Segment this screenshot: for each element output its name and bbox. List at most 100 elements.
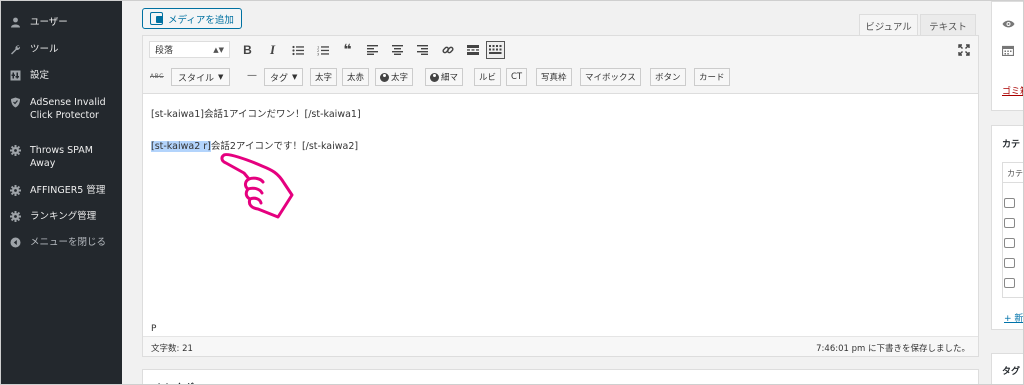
avatar-icon (380, 72, 389, 82)
style-dropdown-label: スタイル (178, 73, 215, 84)
sidebar-item-label: ツール (30, 44, 59, 55)
quicktag-button-button[interactable]: ボタン (650, 68, 686, 86)
sidebar-item-label: AFFINGER5 管理 (30, 185, 106, 196)
content-line-2: [st-kaiwa2 r]会話2アイコンです！[/st-kaiwa2] (151, 138, 978, 152)
sidebar-item-users[interactable]: ユーザー (1, 16, 122, 29)
title-tag-box[interactable]: titleタグ (142, 369, 979, 384)
word-count: 文字数: 21 (151, 344, 193, 354)
quicktag-avatar-bold-button[interactable]: 太字 (375, 68, 414, 86)
horizontal-rule-button[interactable]: — (247, 70, 257, 81)
quicktag-card-button[interactable]: カード (694, 68, 730, 86)
chevron-down-icon: ▼ (218, 73, 224, 81)
tab-all-categories[interactable]: カテ (1007, 168, 1023, 179)
sidebar-item-label: ユーザー (30, 17, 68, 28)
align-left-button[interactable] (363, 41, 382, 59)
selected-text: [st-kaiwa2 r] (151, 141, 211, 152)
format-select[interactable]: 段落 ▲▼ (149, 41, 230, 58)
sidebar-item-label: 設定 (30, 70, 50, 81)
category-checkbox[interactable] (1004, 218, 1015, 228)
sidebar-item-throws-spam[interactable]: Throws SPAM Away (1, 144, 122, 170)
style-dropdown[interactable]: スタイル ▼ (171, 68, 231, 86)
post-editor-area: メディアを追加 ビジュアル テキスト 段落 ▲▼ B I 123 ❝ ABC ス… (122, 1, 998, 384)
autosave-status: 7:46:01 pm に下書きを保存しました。 (816, 344, 970, 354)
svg-text:3: 3 (317, 52, 319, 56)
align-center-button[interactable] (388, 41, 407, 59)
collapse-menu-button[interactable]: メニューを閉じる (1, 236, 122, 249)
category-checkbox[interactable] (1004, 278, 1015, 288)
settings-icon (9, 69, 22, 82)
trash-link[interactable]: ゴミ箱 (1002, 84, 1023, 97)
tab-visual[interactable]: ビジュアル (859, 14, 918, 36)
add-new-category-link[interactable]: + 新規 (1004, 311, 1023, 324)
editor-status-bar: 文字数: 21 7:46:01 pm に下書きを保存しました。 (143, 336, 978, 356)
bold-button[interactable]: B (238, 41, 257, 59)
quicktag-ct-button[interactable]: CT (506, 68, 528, 86)
align-center-icon (392, 45, 403, 55)
link-icon (441, 46, 454, 54)
quote-icon: ❝ (343, 42, 352, 58)
add-media-label: メディアを追加 (168, 14, 234, 26)
eye-icon (1002, 20, 1015, 28)
tab-text[interactable]: テキスト (920, 14, 976, 36)
tinymce-editor: 段落 ▲▼ B I 123 ❝ ABC スタイル ▼ — タグ ▼ 太字 太赤 … (142, 35, 979, 357)
fullscreen-button[interactable] (954, 41, 973, 59)
chevron-down-icon: ▲▼ (213, 46, 224, 54)
quicktag-bold-red-button[interactable]: 太赤 (342, 68, 370, 86)
tag-dropdown-label: タグ (270, 73, 289, 84)
category-box-title: カテ (1002, 140, 1021, 150)
avatar-icon (430, 72, 439, 82)
quicktag-photo-frame-button[interactable]: 写真枠 (536, 68, 572, 86)
bullet-list-button[interactable] (288, 41, 307, 59)
pointing-hand-icon (220, 153, 294, 219)
sidebar-item-ranking[interactable]: ランキング管理 (1, 210, 122, 223)
wrench-icon (9, 43, 22, 56)
sidebar-item-tools[interactable]: ツール (1, 43, 122, 56)
publish-box: ゴミ箱 (991, 1, 1023, 111)
insert-link-button[interactable] (438, 41, 457, 59)
sidebar-item-adsense[interactable]: AdSense Invalid Click Protector (1, 96, 119, 122)
read-more-button[interactable] (463, 41, 482, 59)
sidebar-item-settings[interactable]: 設定 (1, 69, 122, 82)
gear-icon (9, 144, 22, 157)
numbered-list-button[interactable]: 123 (313, 41, 332, 59)
gear-icon (9, 184, 22, 197)
tags-box: タグ (991, 353, 1023, 384)
italic-button[interactable]: I (263, 41, 282, 59)
sidebar-item-affinger[interactable]: AFFINGER5 管理 (1, 184, 122, 197)
keyboard-icon (489, 45, 502, 54)
category-checkbox[interactable] (1004, 258, 1015, 268)
category-checkbox[interactable] (1004, 198, 1015, 208)
element-path: P (143, 320, 978, 336)
tag-dropdown[interactable]: タグ ▼ (264, 68, 304, 86)
publish-sidebar: ゴミ箱 カテ カテ + 新規 タグ (991, 1, 1023, 384)
quicktag-label: 細マ (441, 73, 459, 83)
numbered-list-icon: 123 (317, 45, 329, 56)
toolbar-toggle-button[interactable] (486, 41, 505, 59)
format-select-value: 段落 (155, 46, 174, 56)
quicktag-avatar-thin-button[interactable]: 細マ (425, 68, 464, 86)
admin-sidebar: ユーザー ツール 設定 AdSense Invalid Click Protec… (1, 1, 122, 384)
quicktag-mybox-button[interactable]: マイボックス (580, 68, 641, 86)
quicktag-label: 太字 (391, 73, 409, 83)
bullet-list-icon (291, 45, 304, 55)
quicktag-ruby-button[interactable]: ルビ (474, 68, 502, 86)
sidebar-item-label: AdSense Invalid Click Protector (30, 97, 106, 121)
quicktag-bold-button[interactable]: 太字 (310, 68, 338, 86)
calendar-icon (1002, 45, 1014, 56)
screenshot-frame: ユーザー ツール 設定 AdSense Invalid Click Protec… (0, 0, 1024, 385)
shield-icon (9, 96, 22, 109)
media-icon (150, 12, 163, 25)
editor-content[interactable]: [st-kaiwa1]会話1アイコンだワン！[/st-kaiwa1] [st-k… (143, 94, 978, 320)
sidebar-item-label: ランキング管理 (30, 211, 97, 222)
strikethrough-button[interactable]: ABC (150, 73, 164, 80)
align-right-button[interactable] (413, 41, 432, 59)
category-box: カテ カテ + 新規 (991, 125, 1023, 330)
category-checkbox[interactable] (1004, 238, 1015, 248)
editor-toolbar-row2: ABC スタイル ▼ — タグ ▼ 太字 太赤 太字 細マ ルビ CT 写真枠 … (143, 66, 978, 88)
read-more-icon (466, 45, 479, 55)
add-media-button[interactable]: メディアを追加 (142, 8, 242, 29)
gear-icon (9, 210, 22, 223)
sidebar-item-label: メニューを閉じる (30, 237, 107, 248)
blockquote-button[interactable]: ❝ (338, 41, 357, 59)
expand-icon (957, 44, 970, 56)
